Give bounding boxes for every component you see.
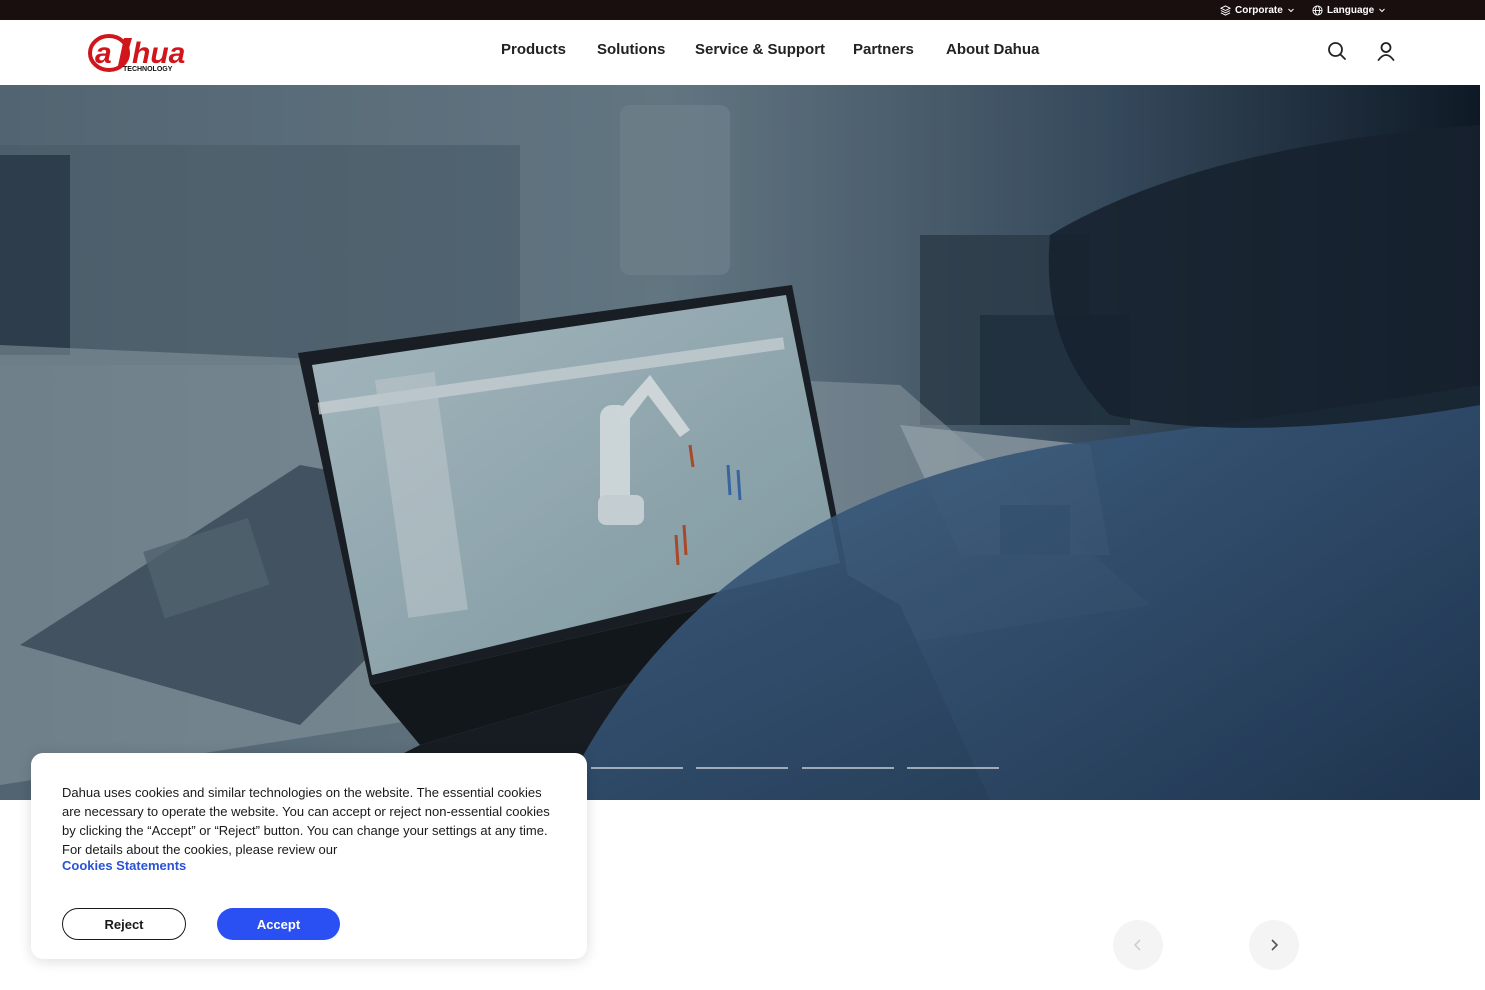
carousel-next-button[interactable] [1249,920,1299,970]
cookie-consent-text: Dahua uses cookies and similar technolog… [62,785,550,857]
hero-slide-indicator-1[interactable] [591,767,683,769]
nav-products[interactable]: Products [501,41,566,58]
hero-slide-indicator-2[interactable] [696,767,788,769]
search-icon [1328,42,1346,60]
nav-about-dahua[interactable]: About Dahua [946,41,1039,58]
dahua-logo[interactable]: a hua TECHNOLOGY [88,32,223,74]
account-button[interactable] [1375,40,1397,62]
reject-cookies-button[interactable]: Reject [62,908,186,940]
cookie-consent-banner: Dahua uses cookies and similar technolog… [31,753,587,959]
corporate-label: Corporate [1235,4,1283,16]
nav-service-support[interactable]: Service & Support [695,41,825,58]
chevron-down-icon [1379,8,1386,13]
accept-cookies-button[interactable]: Accept [217,908,340,940]
layers-icon [1220,4,1231,16]
language-label: Language [1327,4,1375,16]
chevron-down-icon [1287,8,1294,13]
svg-text:a: a [95,37,112,70]
cookies-statements-link[interactable]: Cookies Statements [62,858,186,873]
hero-slide-indicator-4[interactable] [907,767,999,769]
dahua-logo-mark: a hua TECHNOLOGY [88,34,185,73]
chevron-left-icon [1133,939,1141,951]
language-switcher[interactable]: Language [1312,0,1386,20]
hero-slide-indicator-3[interactable] [802,767,894,769]
hero-banner[interactable] [0,85,1480,800]
globe-icon [1312,4,1323,16]
site-header: a hua TECHNOLOGY Products Solutions Serv… [0,20,1485,85]
chevron-right-icon [1271,939,1279,951]
carousel-prev-button[interactable] [1113,920,1163,970]
user-icon [1377,42,1395,61]
nav-solutions[interactable]: Solutions [597,41,665,58]
corporate-switcher[interactable]: Corporate [1220,0,1295,20]
search-button[interactable] [1326,40,1348,62]
nav-partners[interactable]: Partners [853,41,914,58]
top-utility-bar: Corporate Language [0,0,1485,20]
hero-image [0,85,1480,800]
svg-text:TECHNOLOGY: TECHNOLOGY [123,66,173,73]
